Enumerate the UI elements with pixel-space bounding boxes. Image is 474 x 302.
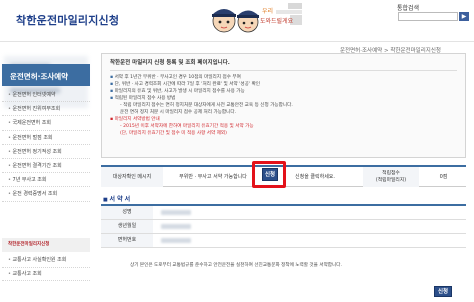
status-message: 신청을 클릭하세요. <box>295 174 335 180</box>
sidebar-sub-list: 교통사고 사실확인원 조회 교통사고 조회 <box>2 254 90 281</box>
sidebar-item[interactable]: 운전면허 결격기간 조회 <box>2 159 90 174</box>
notice-box: 착한운전 마일리지 신청 등록 및 조회 페이지입니다. 서약 후 1년간 무위… <box>101 53 466 158</box>
sidebar-item[interactable]: 운전면허 진위여부조회 <box>2 102 90 117</box>
eligibility-message: 무위반 · 무사고 서약 가능합니다 <box>179 174 247 180</box>
sidebar-item[interactable]: 교통사고 사실확인원 조회 <box>2 254 90 268</box>
form-label: 성명 <box>101 206 153 219</box>
notice-line: 마일리지의 유효 및 위반, 사고가 발생 시 마일리지 점수를 사용 가능 <box>110 88 457 95</box>
score-header-line: 적립점수 <box>382 171 400 176</box>
sidebar-item[interactable]: 7년 무사고 조회 <box>2 173 90 188</box>
form-row: 생년월일 <box>101 220 466 234</box>
page-title: 착한운전마일리지신청 <box>16 14 120 27</box>
notice-line: 단, 위반 · 사고 경력조회 시간에 따라 7일 후 '처리 완료' 및 서약… <box>110 81 457 88</box>
sidebar-item[interactable]: 교통사고 조회 <box>2 268 90 281</box>
sidebar-menu-list: 운전면허 인터넷예약 운전면허 진위여부조회 국제운전면허 조회 운전면허 벌점… <box>2 88 90 202</box>
score-header: 적립점수 (적립마일리지) <box>363 167 419 187</box>
form-row: 면허번호 <box>101 234 466 248</box>
police-mascot-illustration: 우리 도와드릴게요 <box>212 3 302 33</box>
notice-line: 적립된 마일리지 점수 사용 방법 <box>110 95 457 102</box>
pledge-title: 서 약 서 <box>103 194 130 203</box>
form-row: 성명 <box>101 206 466 220</box>
search-button[interactable]: ▶ <box>459 12 469 21</box>
notice-warning-title: 마일리지 서약방법 안내 <box>110 116 457 123</box>
search-label: 통합검색 <box>397 5 420 12</box>
pledge-statement: 상기 본인은 도로부터 교통법규를 준수하고 안전운전을 실천하여 선진교통문화… <box>130 263 342 268</box>
sidebar-item[interactable]: 운전면허 벌점 조회 <box>2 131 90 145</box>
score-value: 0점 <box>439 174 448 180</box>
form-value-blurred <box>161 210 191 215</box>
notice-subline: - 적립 마일리지 점수는 면허 정지처분 대상자에게 사전 교통안전 교육 등… <box>120 103 293 108</box>
sidebar-menu-title[interactable]: 운전면허·조사예약 <box>2 64 90 86</box>
notice-warning-line: - 2015년 이후 서약자에 한하여 마일리지 유효기간 적용 및 서약 가능 <box>120 124 254 129</box>
sidebar-item[interactable]: 국제운전면허 조회 <box>2 116 90 131</box>
sidebar-item-active[interactable]: 착한운전마일리지신청 <box>2 238 90 252</box>
eligibility-header: 대상자확인 메시지 <box>101 167 163 187</box>
sidebar-item[interactable]: 운전면허 정기적성 조회 <box>2 145 90 159</box>
form-value-blurred <box>161 238 191 243</box>
page-header: 착한운전마일리지신청 우리 도와드릴게요 통합검색 ▶ <box>0 0 474 42</box>
score-header-line: (적립마일리지) <box>375 178 407 183</box>
pledge-form: 성명 생년월일 면허번호 <box>101 204 466 248</box>
notice-line: 서약 후 1년간 무위반 · 무사고인 경우 10점의 마일리지 점수 부여 <box>110 74 457 81</box>
form-label: 생년월일 <box>101 220 153 233</box>
notice-subline: 운전 면허 정지 처분 시 마일리지 점수 공제 처리 가능합니다. <box>120 110 237 115</box>
sidebar-item[interactable]: 운전면허 인터넷예약 <box>2 88 90 103</box>
red-highlight-box <box>252 161 286 188</box>
notice-warning-line: (단, 마일리지 유효기간 및 점수 미 적용 사항 서약 제외) <box>120 131 227 136</box>
apply-button[interactable]: 신청 <box>434 286 452 297</box>
search-input[interactable] <box>398 12 458 21</box>
svg-text:우리: 우리 <box>262 7 273 15</box>
notice-title: 착한운전 마일리지 신청 등록 및 조회 페이지입니다. <box>110 58 457 71</box>
form-label: 면허번호 <box>101 234 153 247</box>
sidebar-item[interactable]: 운전 경력증명서 조회 <box>2 187 90 202</box>
form-value-blurred <box>161 224 191 229</box>
svg-text:도와드릴게요: 도와드릴게요 <box>260 17 294 25</box>
